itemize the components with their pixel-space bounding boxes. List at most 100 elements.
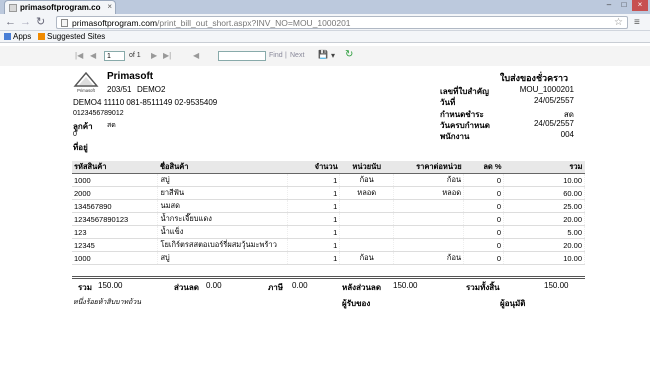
table-row: 1000 สบู่ 1 ก้อน ก้อน 0 10.00 <box>72 173 585 187</box>
cell-unit-price: ก้อน <box>393 173 465 187</box>
cell-discount-pct: 0 <box>463 251 505 265</box>
cell-unit-price: หลอด <box>393 186 465 200</box>
bookmark-suggested-label: Suggested Sites <box>47 32 106 41</box>
amount-in-words: หนึ่งร้อยห้าสิบบาทถ้วน <box>73 299 142 306</box>
cell-unit: ก้อน <box>339 173 395 187</box>
reload-icon[interactable]: ↻ <box>36 16 45 28</box>
cell-line-total: 5.00 <box>503 225 585 239</box>
date-value: 24/05/2557 <box>533 96 574 105</box>
page-number-input[interactable] <box>104 51 125 61</box>
col-item-name: ชื่อสินค้า <box>157 161 288 174</box>
window-close-button[interactable]: × <box>632 0 648 11</box>
cell-item-name: โยเกิร์ตรสสตอเบอร์รี่ผสมวุ้นมะพร้าว <box>157 238 289 252</box>
company-logo: Primasoft <box>73 71 99 93</box>
table-row: 2000 ยาสีฟัน 1 หลอด หลอด 0 60.00 <box>72 186 585 200</box>
cell-item-name: ยาสีฟัน <box>157 186 289 200</box>
employee-label: พนักงาน <box>440 132 470 141</box>
address-label: ที่อยู่ <box>73 143 88 152</box>
discount-label: ส่วนลด <box>174 283 199 292</box>
browser-tab[interactable]: primasoftprogram.co × <box>4 0 116 14</box>
cell-item-code: 1000 <box>72 173 159 187</box>
cell-item-name: สบู่ <box>157 251 289 265</box>
next-page-icon[interactable]: ▶ <box>151 51 157 60</box>
table-row: 123 น้ำแข็ง 1 0 5.00 <box>72 225 585 239</box>
suggested-sites-icon <box>38 33 45 40</box>
tab-title: primasoftprogram.co <box>20 3 101 12</box>
back-to-parent-icon[interactable]: ◀ <box>193 51 199 60</box>
refresh-icon[interactable]: ↻ <box>345 49 353 60</box>
page-icon <box>61 19 68 27</box>
bookmark-apps[interactable]: Apps <box>4 32 31 41</box>
vat-value: 0.00 <box>292 281 308 290</box>
cell-unit <box>339 212 395 226</box>
cell-quantity: 1 <box>287 199 341 213</box>
grand-total-value: 150.00 <box>544 281 569 290</box>
due-date-value: 24/05/2557 <box>533 119 574 128</box>
cell-unit-price <box>393 238 465 252</box>
tab-close-icon[interactable]: × <box>107 2 112 11</box>
window-restore-button[interactable]: □ <box>617 0 631 11</box>
col-line-total: รวม <box>503 161 585 174</box>
window-minimize-button[interactable]: – <box>602 0 616 11</box>
total-label: รวม <box>78 283 93 292</box>
totals-divider-top <box>72 276 585 277</box>
cell-line-total: 20.00 <box>503 238 585 252</box>
doc-number-value: MOU_1000201 <box>519 85 574 94</box>
cell-quantity: 1 <box>287 251 341 265</box>
branch-code: 203/51 <box>107 85 132 94</box>
col-discount-pct: ลด % <box>463 161 504 174</box>
cell-line-total: 10.00 <box>503 173 585 187</box>
approver-label: ผู้อนุมัติ <box>500 299 526 308</box>
last-page-icon[interactable]: ▶| <box>163 51 171 60</box>
items-table-header: รหัสสินค้า ชื่อสินค้า จำนวน หน่วยนับ ราค… <box>72 161 585 174</box>
bookmark-star-icon[interactable]: ☆ <box>614 17 623 28</box>
browser-menu-icon[interactable]: ≡ <box>634 17 640 28</box>
receiver-label: ผู้รับของ <box>342 299 371 308</box>
logo-text: Primasoft <box>77 88 96 93</box>
find-separator: | <box>285 52 287 59</box>
tax-id: 0123456789012 <box>73 110 124 117</box>
cell-quantity: 1 <box>287 173 341 187</box>
first-page-icon[interactable]: |◀ <box>75 51 83 60</box>
employee-value: 004 <box>560 130 574 139</box>
find-next-button[interactable]: Next <box>290 52 304 59</box>
discount-value: 0.00 <box>206 281 222 290</box>
totals-divider-bottom <box>72 278 585 279</box>
previous-page-icon[interactable]: ◀ <box>90 51 96 60</box>
page-favicon-icon <box>9 4 17 12</box>
cell-unit: ก้อน <box>339 251 395 265</box>
bookmark-suggested-sites[interactable]: Suggested Sites <box>38 32 105 41</box>
col-quantity: จำนวน <box>287 161 340 174</box>
report-viewer-toolbar: |◀ ◀ of 1 ▶ ▶| ◀ Find | Next 💾 ▾ ↻ <box>0 46 650 66</box>
address-url[interactable]: primasoftprogram.com/print_bill_out_shor… <box>72 18 351 28</box>
cell-line-total: 60.00 <box>503 186 585 200</box>
after-discount-label: หลังส่วนลด <box>342 283 382 292</box>
table-row: 1234567890123 น้ำกระเจี๊ยบแดง 1 0 20.00 <box>72 212 585 226</box>
address-code: 0 <box>73 131 77 138</box>
cell-item-name: สบู่ <box>157 173 289 187</box>
export-dropdown-icon[interactable]: ▾ <box>331 51 335 60</box>
cell-discount-pct: 0 <box>463 212 505 226</box>
cell-line-total: 20.00 <box>503 212 585 226</box>
forward-arrow-icon[interactable]: → <box>20 16 31 28</box>
address-bar[interactable]: primasoftprogram.com/print_bill_out_shor… <box>56 16 628 29</box>
browser-tabstrip: primasoftprogram.co × – □ × <box>0 0 650 14</box>
find-button[interactable]: Find <box>269 52 283 59</box>
export-save-icon[interactable]: 💾 <box>318 50 328 59</box>
browser-toolbar: ← → ↻ primasoftprogram.com/print_bill_ou… <box>0 14 650 31</box>
customer-value: สด <box>107 122 116 129</box>
total-value: 150.00 <box>98 281 123 290</box>
cell-quantity: 1 <box>287 238 341 252</box>
cell-item-name: น้ำกระเจี๊ยบแดง <box>157 212 289 226</box>
bookmark-apps-label: Apps <box>13 32 32 41</box>
cell-unit-price <box>393 199 465 213</box>
cell-item-code: 1000 <box>72 251 159 265</box>
items-table: รหัสสินค้า ชื่อสินค้า จำนวน หน่วยนับ ราค… <box>72 161 585 265</box>
cell-line-total: 25.00 <box>503 199 585 213</box>
branch-name: DEMO2 <box>137 85 166 94</box>
find-text-input[interactable] <box>218 51 266 61</box>
cell-item-code: 123 <box>72 225 159 239</box>
back-arrow-icon[interactable]: ← <box>5 16 16 28</box>
cell-quantity: 1 <box>287 212 341 226</box>
cell-item-code: 1234567890123 <box>72 212 159 226</box>
